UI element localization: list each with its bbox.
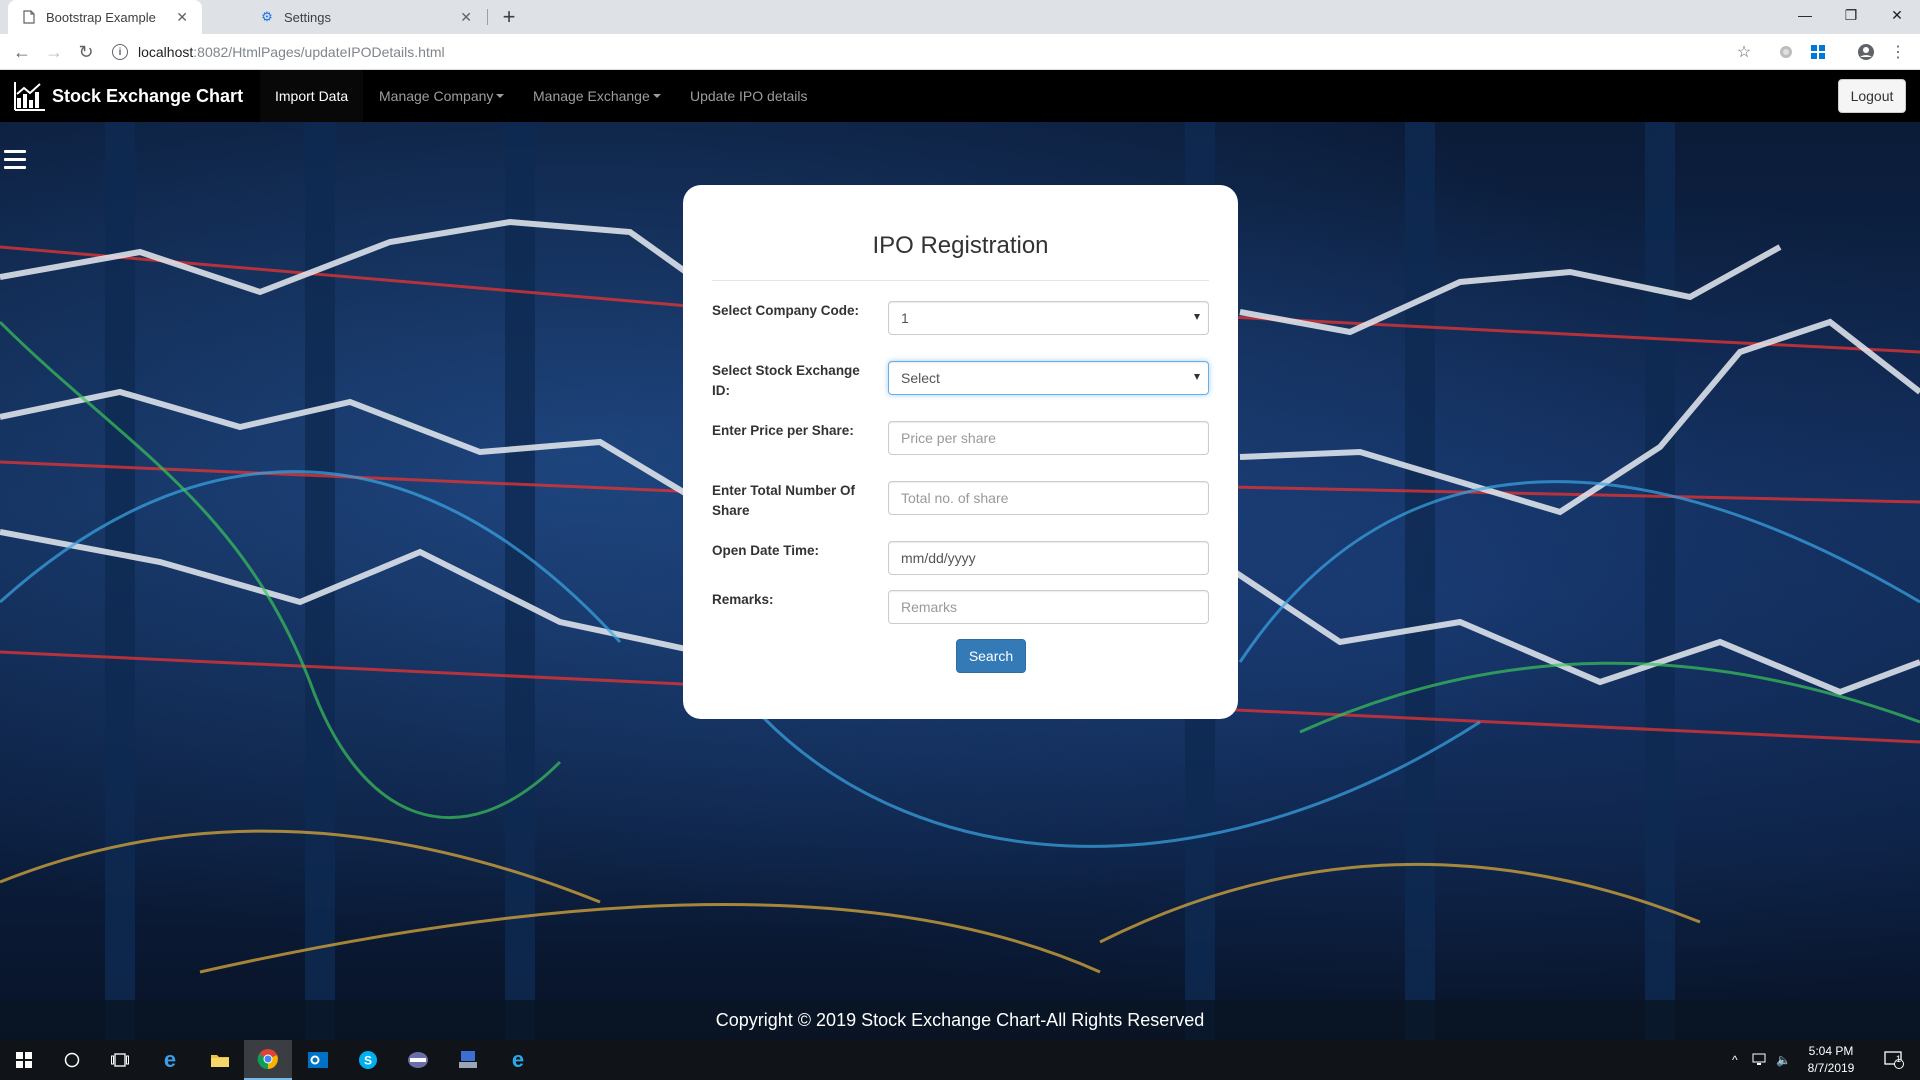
url-host: localhost <box>138 44 194 60</box>
info-icon[interactable]: i <box>112 44 128 60</box>
task-view-icon[interactable] <box>96 1040 144 1080</box>
browser-tabstrip: Bootstrap Example ✕ ⚙ Settings ✕ + — ❐ ✕ <box>0 0 1920 34</box>
menu-dots-icon[interactable]: ⋮ <box>1884 38 1912 66</box>
close-icon[interactable]: ✕ <box>176 9 188 26</box>
network-app-icon[interactable] <box>444 1040 492 1080</box>
exchange-id-label: Select Stock Exchange ID: <box>712 363 860 398</box>
copyright-text: Copyright © 2019 Stock Exchange Chart-Al… <box>715 1009 1205 1030</box>
nav-label: Manage Exchange <box>533 88 650 104</box>
edge-browser-icon[interactable]: e <box>146 1040 194 1080</box>
nav-label: Update IPO details <box>690 88 808 104</box>
company-code-value: 1 <box>901 310 909 326</box>
file-explorer-icon[interactable] <box>196 1040 244 1080</box>
clock-date: 8/7/2019 <box>1807 1061 1855 1075</box>
open-date-input[interactable]: mm/dd/yyyy <box>888 541 1209 575</box>
form-title: IPO Registration <box>872 232 1049 259</box>
tab-title: Bootstrap Example <box>46 9 156 25</box>
page: Stock Exchange Chart Import Data Manage … <box>0 70 1920 1040</box>
window-close-button[interactable]: ✕ <box>1874 0 1920 30</box>
windows-extension-icon[interactable] <box>1804 38 1832 66</box>
caret-down-icon <box>496 94 505 98</box>
page-icon <box>22 10 36 24</box>
back-button[interactable]: ← <box>8 38 36 66</box>
divider <box>712 280 1209 281</box>
profile-icon[interactable] <box>1852 38 1880 66</box>
remarks-input[interactable]: Remarks <box>888 590 1209 624</box>
total-shares-label: Enter Total Number Of Share <box>712 483 856 518</box>
brand[interactable]: Stock Exchange Chart <box>14 70 243 122</box>
open-date-label: Open Date Time: <box>712 543 820 558</box>
nav-manage-exchange[interactable]: Manage Exchange <box>518 70 676 122</box>
clock-time: 5:04 PM <box>1808 1044 1854 1058</box>
gear-icon: ⚙ <box>261 9 273 24</box>
hamburger-menu-icon[interactable] <box>4 150 26 170</box>
minimize-button[interactable]: — <box>1782 0 1828 30</box>
arrow-right-icon: → <box>45 41 63 62</box>
restore-button[interactable]: ❐ <box>1828 0 1874 30</box>
exchange-id-select[interactable]: Select <box>888 361 1209 395</box>
svg-text:S: S <box>364 1054 372 1068</box>
tab-title: Settings <box>284 9 331 25</box>
nav-import-data[interactable]: Import Data <box>260 70 364 122</box>
search-button[interactable]: Search <box>956 639 1026 673</box>
caret-down-icon <box>652 94 661 98</box>
new-tab-button[interactable]: + <box>496 0 522 34</box>
tab-bootstrap-example[interactable]: Bootstrap Example ✕ <box>8 0 202 34</box>
reload-icon: ↻ <box>78 41 94 62</box>
app-window-icon[interactable] <box>394 1040 442 1080</box>
notification-count: 1 <box>1896 1054 1902 1064</box>
company-code-label: Select Company Code: <box>712 303 860 318</box>
top-navbar: Stock Exchange Chart Import Data Manage … <box>0 70 1920 122</box>
price-input[interactable]: Price per share <box>888 421 1209 455</box>
tab-separator <box>487 9 488 25</box>
notification-center-icon[interactable]: 1 <box>1884 1040 1904 1080</box>
company-code-select[interactable]: 1 <box>888 301 1209 335</box>
logout-button[interactable]: Logout <box>1838 79 1906 113</box>
url-path: :8082/HtmlPages/updateIPODetails.html <box>193 44 445 60</box>
brand-title: Stock Exchange Chart <box>52 85 244 106</box>
nav-label: Import Data <box>275 88 349 104</box>
nav-label: Manage Company <box>379 88 494 104</box>
page-footer: Copyright © 2019 Stock Exchange Chart-Al… <box>0 1000 1920 1040</box>
forward-button[interactable]: → <box>40 38 68 66</box>
arrow-left-icon: ← <box>13 41 31 62</box>
bookmark-star-icon[interactable]: ☆ <box>1730 38 1758 66</box>
address-bar[interactable]: i localhost:8082/HtmlPages/updateIPODeta… <box>112 38 1772 66</box>
chart-logo-icon <box>14 82 45 111</box>
exchange-id-value: Select <box>901 370 940 386</box>
close-icon[interactable]: ✕ <box>460 9 472 26</box>
network-icon[interactable] <box>1752 1040 1770 1080</box>
total-shares-input[interactable]: Total no. of share <box>888 481 1209 515</box>
internet-explorer-icon[interactable]: e <box>494 1040 542 1080</box>
volume-icon[interactable]: 🔈 <box>1776 1040 1791 1080</box>
tab-settings[interactable]: ⚙ Settings ✕ <box>246 0 486 34</box>
extension-icon[interactable] <box>1772 38 1800 66</box>
dropdown-arrow-icon <box>1194 374 1200 380</box>
outlook-icon[interactable] <box>294 1040 342 1080</box>
tray-chevron-icon[interactable]: ^ <box>1732 1040 1738 1080</box>
nav-update-ipo-details[interactable]: Update IPO details <box>675 70 823 122</box>
chrome-icon[interactable] <box>244 1040 292 1080</box>
reload-button[interactable]: ↻ <box>72 38 100 66</box>
cortana-search-icon[interactable] <box>48 1040 96 1080</box>
windows-taskbar: e S e ^ 🔈 5:04 PM 8/7/2019 1 <box>0 1040 1920 1080</box>
dropdown-arrow-icon <box>1194 314 1200 320</box>
nav-manage-company[interactable]: Manage Company <box>364 70 519 122</box>
windows-start-icon[interactable] <box>0 1040 48 1080</box>
skype-icon[interactable]: S <box>344 1040 392 1080</box>
ipo-registration-card: IPO Registration Select Company Code: 1 … <box>683 185 1238 719</box>
price-label: Enter Price per Share: <box>712 423 854 438</box>
browser-toolbar: ← → ↻ i localhost:8082/HtmlPages/updateI… <box>0 34 1920 70</box>
taskbar-clock[interactable]: 5:04 PM 8/7/2019 <box>1796 1043 1866 1077</box>
remarks-label: Remarks: <box>712 592 774 607</box>
